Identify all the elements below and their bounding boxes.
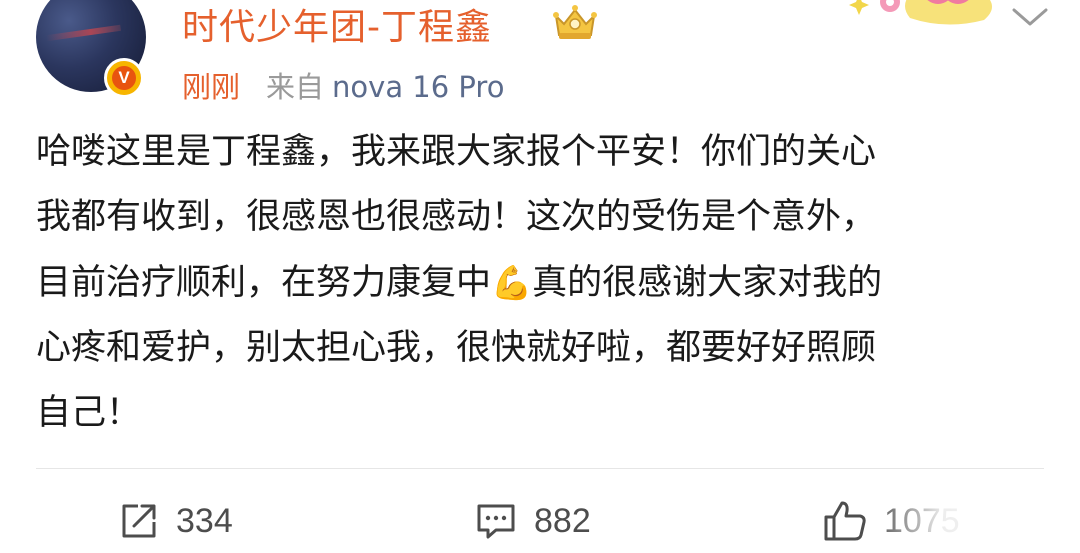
post-text-segment: 目前治疗顺利，在努力康复中 [36, 263, 492, 303]
comment-icon [477, 504, 515, 539]
post-text-line: 我都有收到，很感恩也很感动！这次的受伤是个意外， [36, 197, 877, 237]
decor-sticker [849, 0, 992, 25]
comment-count: 882 [534, 501, 591, 540]
divider [36, 468, 1044, 469]
fade-overlay [870, 500, 1080, 548]
crown-badge-icon[interactable] [550, 2, 600, 42]
post-text: 哈喽这里是丁程鑫，我来跟大家报个平安！你们的关心 我都有收到，很感恩也很感动！这… [36, 120, 1046, 446]
post-meta: 刚刚 来自 nova 16 Pro [182, 64, 504, 106]
share-icon [122, 504, 156, 538]
post-text-line: 心疼和爱护，别太担心我，很快就好啦，都要好好照顾 [36, 328, 877, 368]
post-time: 刚刚 [182, 70, 241, 104]
verified-v-label: V [112, 66, 136, 90]
post-text-line: 目前治疗顺利，在努力康复中💪真的很感谢大家对我的 [36, 250, 1046, 316]
thumbs-up-icon [824, 501, 866, 541]
device-source[interactable]: nova 16 Pro [332, 70, 504, 104]
username[interactable]: 时代少年团-丁程鑫 [182, 0, 492, 50]
verified-v-icon: V [104, 58, 144, 98]
post-text-line: 自己！ [36, 393, 142, 433]
repost-count: 334 [176, 501, 233, 540]
flexed-biceps-emoji: 💪 [491, 263, 533, 302]
repost-button[interactable]: 334 [118, 496, 233, 546]
avatar-decoration [45, 24, 122, 42]
chevron-down-icon[interactable] [1008, 2, 1052, 32]
post-text-segment: 真的很感谢大家对我的 [532, 263, 883, 303]
comment-button[interactable]: 882 [474, 496, 591, 546]
source-prefix: 来自 [266, 70, 325, 104]
post-text-line: 哈喽这里是丁程鑫，我来跟大家报个平安！你们的关心 [36, 132, 877, 172]
